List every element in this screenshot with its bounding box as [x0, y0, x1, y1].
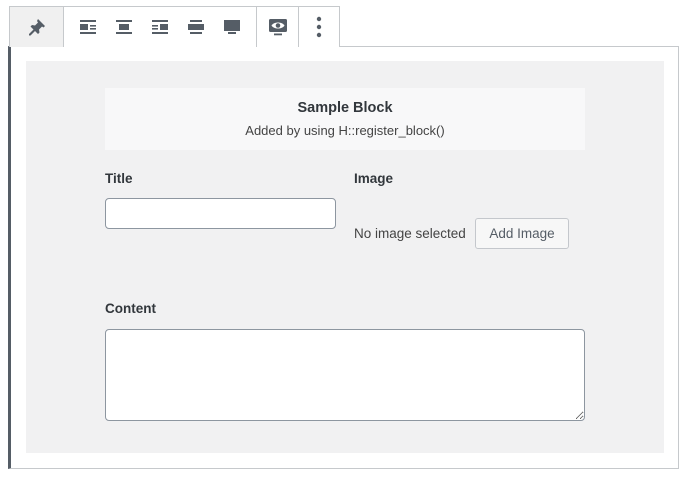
pin-icon [28, 19, 45, 36]
align-wide-icon [188, 20, 204, 34]
align-left-button[interactable] [70, 7, 106, 47]
title-input[interactable] [105, 198, 336, 229]
pin-button[interactable] [19, 7, 55, 47]
content-label: Content [105, 301, 156, 316]
align-left-icon [80, 20, 96, 34]
align-full-icon [224, 20, 240, 34]
align-center-icon [116, 20, 132, 34]
more-group [299, 7, 339, 47]
preview-button[interactable] [260, 7, 296, 47]
more-options-button[interactable] [301, 7, 337, 47]
image-label: Image [354, 171, 394, 186]
alignment-group [64, 7, 257, 47]
block-title: Sample Block [297, 100, 393, 116]
content-textarea[interactable] [105, 329, 585, 421]
add-image-button[interactable]: Add Image [475, 218, 569, 249]
block-header: Sample Block Added by using H::register_… [105, 88, 585, 150]
image-status: No image selected [354, 226, 466, 241]
align-wide-button[interactable] [178, 7, 214, 47]
block-toolbar [9, 6, 340, 47]
align-full-button[interactable] [214, 7, 250, 47]
block-panel: Sample Block Added by using H::register_… [26, 61, 664, 453]
block-frame: Sample Block Added by using H::register_… [8, 46, 679, 469]
align-center-button[interactable] [106, 7, 142, 47]
align-right-button[interactable] [142, 7, 178, 47]
block-subtitle: Added by using H::register_block() [245, 123, 445, 138]
preview-group [257, 7, 299, 47]
align-right-icon [152, 20, 168, 34]
preview-eye-icon [268, 19, 287, 36]
more-options-icon [316, 16, 322, 38]
title-label: Title [105, 171, 133, 186]
pin-group [10, 7, 64, 47]
